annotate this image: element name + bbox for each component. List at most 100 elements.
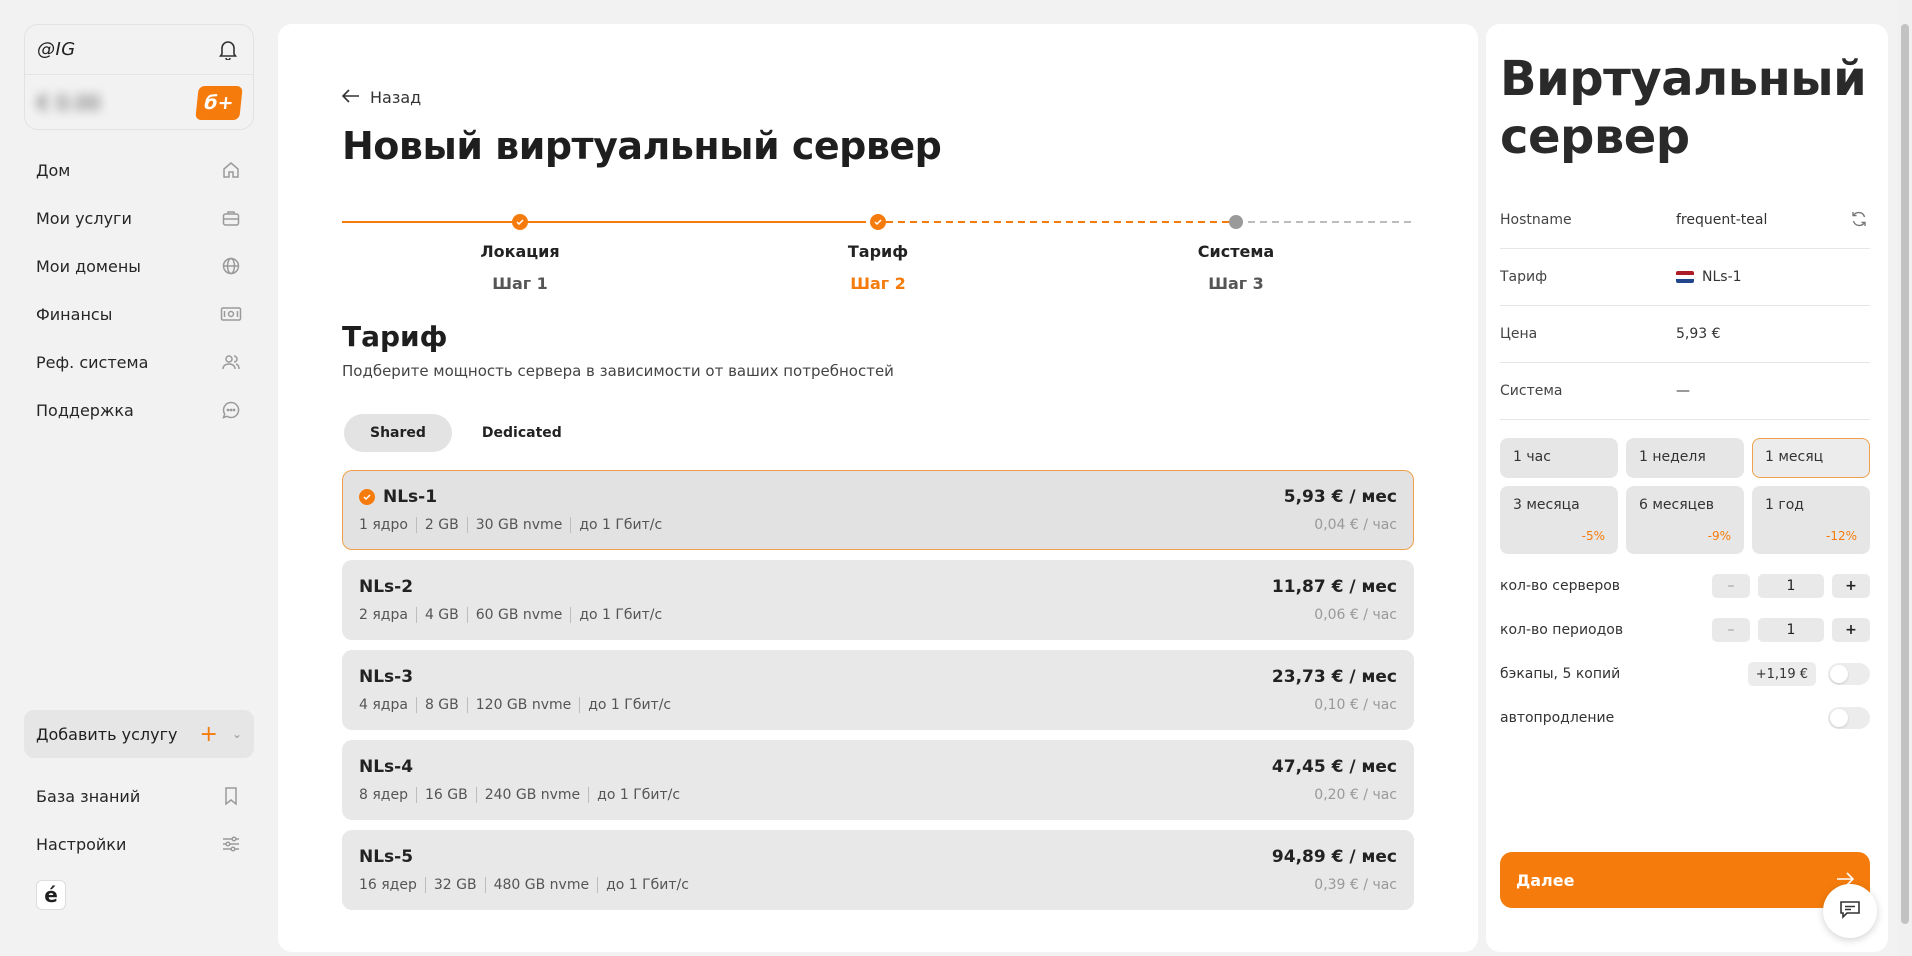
periods-increment-button[interactable]: + [1832, 618, 1870, 642]
period-1-week[interactable]: 1 неделя [1626, 438, 1744, 478]
step-1-check-icon [512, 214, 528, 230]
add-service-button[interactable]: Добавить услугу + ⌄ [24, 710, 254, 758]
plan-name-text: NLs-1 [383, 487, 438, 507]
nav-item-support[interactable]: Поддержка [24, 386, 254, 434]
servers-decrement-button[interactable]: – [1712, 574, 1750, 598]
brand-logo[interactable]: é [36, 880, 66, 910]
nav-item-domains[interactable]: Мои домены [24, 242, 254, 290]
spec-cpu: 2 ядра [359, 607, 408, 623]
nav-item-label: Мои услуги [36, 208, 132, 228]
backups-price: +1,19 € [1747, 662, 1816, 686]
nav-item-services[interactable]: Мои услуги [24, 194, 254, 242]
period-1-month[interactable]: 1 месяц [1752, 438, 1870, 478]
hostname-value[interactable]: frequent-teal [1676, 212, 1767, 228]
bell-icon[interactable] [217, 39, 239, 61]
banknote-icon [220, 303, 242, 325]
period-discount: -9% [1707, 529, 1731, 543]
nav-item-label: Дом [36, 160, 71, 180]
refresh-icon[interactable] [1850, 210, 1868, 232]
spec-ram: 4 GB [415, 607, 467, 623]
spec-disk: 30 GB nvme [466, 517, 571, 533]
briefcase-icon [220, 207, 242, 229]
plan-value: NLs-1 [1702, 269, 1742, 285]
tab-dedicated[interactable]: Dedicated [456, 414, 588, 452]
plan-card-nls-3[interactable]: NLs-3 4 ядра 8 GB 120 GB nvme до 1 Гбит/… [342, 650, 1414, 730]
periods-decrement-button[interactable]: – [1712, 618, 1750, 642]
plan-name: NLs-1 [359, 487, 437, 507]
plan-card-nls-5[interactable]: NLs-5 16 ядер 32 GB 480 GB nvme до 1 Гби… [342, 830, 1414, 910]
nav-item-settings[interactable]: Настройки [24, 820, 254, 868]
home-icon [220, 159, 242, 181]
periods-count-input[interactable]: 1 [1758, 618, 1824, 642]
nav-item-label: Финансы [36, 304, 113, 324]
chat-widget-button[interactable] [1823, 884, 1877, 938]
prop-system: Система — [1500, 363, 1870, 420]
period-3-months[interactable]: 3 месяца -5% [1500, 486, 1618, 554]
back-label: Назад [370, 88, 422, 107]
period-1-hour[interactable]: 1 час [1500, 438, 1618, 478]
period-label: 3 месяца [1513, 497, 1580, 513]
plan-card-nls-1[interactable]: NLs-1 1 ядро 2 GB 30 GB nvme до 1 Гбит/с… [342, 470, 1414, 550]
periods-count-label: кол-во периодов [1500, 622, 1624, 638]
step-3-label[interactable]: Система [1136, 242, 1336, 261]
servers-count-label: кол-во серверов [1500, 578, 1621, 594]
bonus-button[interactable]: б+ [195, 86, 243, 120]
spec-network: до 1 Гбит/с [570, 517, 670, 533]
prop-plan: Тариф NLs-1 [1500, 249, 1870, 306]
next-button[interactable]: Далее [1500, 852, 1870, 908]
nav-item-finance[interactable]: Финансы [24, 290, 254, 338]
prop-key: Тариф [1500, 269, 1548, 285]
plan-type-tabs: Shared Dedicated [344, 414, 588, 452]
nav-item-home[interactable]: Дом [24, 146, 254, 194]
spec-cpu: 8 ядер [359, 787, 408, 803]
prop-price: Цена 5,93 € [1500, 306, 1870, 363]
scrollbar-thumb[interactable] [1901, 24, 1909, 924]
prop-key: Цена [1500, 326, 1538, 342]
spec-cpu: 4 ядра [359, 697, 408, 713]
servers-increment-button[interactable]: + [1832, 574, 1870, 598]
netherlands-flag-icon [1676, 271, 1694, 283]
backups-toggle[interactable] [1828, 663, 1870, 685]
step-1-label[interactable]: Локация [420, 242, 620, 261]
tab-shared[interactable]: Shared [344, 414, 452, 452]
plan-price: 11,87 € / мес [1271, 577, 1397, 597]
main-content: Назад Новый виртуальный сервер Локация Ш… [278, 24, 1478, 952]
servers-count-input[interactable]: 1 [1758, 574, 1824, 598]
spec-disk: 240 GB nvme [475, 787, 588, 803]
period-6-months[interactable]: 6 месяцев -9% [1626, 486, 1744, 554]
autorenew-toggle[interactable] [1828, 707, 1870, 729]
account-handle[interactable]: @IG [37, 39, 76, 60]
plan-specs: 16 ядер 32 GB 480 GB nvme до 1 Гбит/с [359, 877, 697, 893]
period-label: 1 год [1765, 497, 1804, 513]
chevron-down-icon[interactable]: ⌄ [232, 727, 242, 741]
chat-bubble-icon [220, 399, 242, 421]
plus-icon: + [199, 721, 218, 747]
nav-item-knowledge-base[interactable]: База знаний [24, 772, 254, 820]
spec-cpu: 16 ядер [359, 877, 417, 893]
nav-item-label: Реф. система [36, 352, 149, 372]
plan-name-text: NLs-3 [359, 667, 414, 687]
nav-item-referral[interactable]: Реф. система [24, 338, 254, 386]
plan-card-nls-4[interactable]: NLs-4 8 ядер 16 GB 240 GB nvme до 1 Гбит… [342, 740, 1414, 820]
plan-hourly-price: 0,10 € / час [1314, 697, 1397, 713]
spec-disk: 120 GB nvme [466, 697, 579, 713]
plan-card-nls-2[interactable]: NLs-2 2 ядра 4 GB 60 GB nvme до 1 Гбит/с… [342, 560, 1414, 640]
plan-specs: 4 ядра 8 GB 120 GB nvme до 1 Гбит/с [359, 697, 679, 713]
plan-hourly-price: 0,39 € / час [1314, 877, 1397, 893]
page-scrollbar[interactable] [1898, 0, 1912, 956]
plan-name-text: NLs-2 [359, 577, 414, 597]
plan-name: NLs-3 [359, 667, 413, 687]
order-summary-panel: Виртуальный сервер Hostname frequent-tea… [1486, 24, 1888, 952]
bookmark-icon [220, 785, 242, 807]
plan-price: 94,89 € / мес [1271, 847, 1397, 867]
backups-label: бэкапы, 5 копий [1500, 666, 1621, 682]
panel-title-line-2: сервер [1500, 109, 1690, 165]
step-2-check-icon [870, 214, 886, 230]
backups-row: бэкапы, 5 копий +1,19 € [1500, 659, 1870, 689]
period-1-year[interactable]: 1 год -12% [1752, 486, 1870, 554]
plan-name: NLs-4 [359, 757, 413, 777]
step-2-label[interactable]: Тариф [778, 242, 978, 261]
back-link[interactable]: Назад [341, 88, 422, 107]
plan-hourly-price: 0,06 € / час [1314, 607, 1397, 623]
account-balance-row: € 0.00 б+ [25, 75, 253, 129]
